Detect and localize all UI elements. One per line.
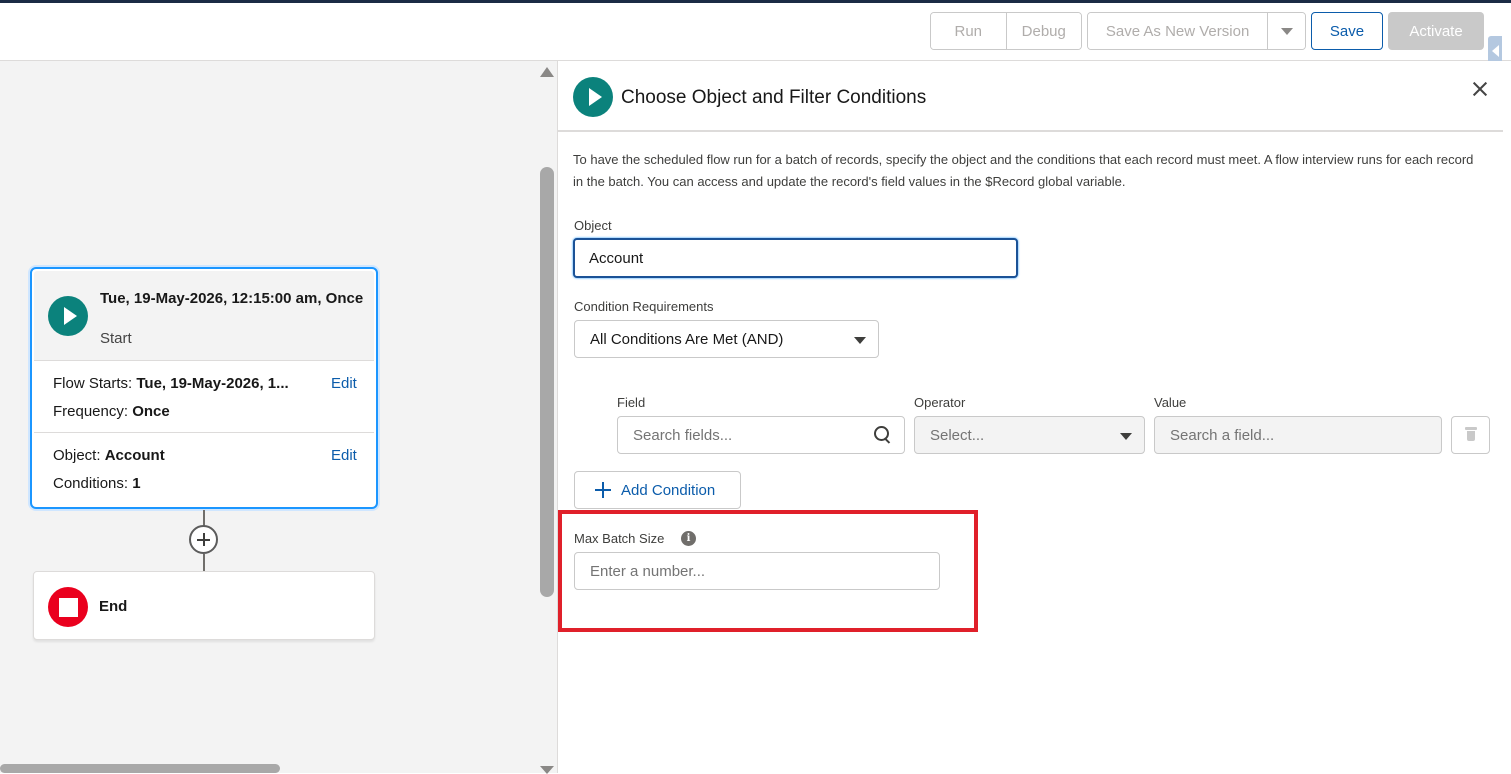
object-field-label: Object	[574, 218, 612, 233]
save-options-dropdown[interactable]	[1268, 13, 1305, 49]
chevron-down-icon	[1120, 433, 1132, 440]
delete-condition-button[interactable]	[1451, 416, 1490, 454]
save-as-new-version-button[interactable]: Save As New Version	[1088, 13, 1269, 49]
start-element-card[interactable]: Tue, 19-May-2026, 12:15:00 am, Once Star…	[30, 267, 378, 509]
start-schedule-title: Tue, 19-May-2026, 12:15:00 am, Once	[100, 290, 364, 307]
object-value: Account	[104, 447, 165, 464]
start-element-header: Tue, 19-May-2026, 12:15:00 am, Once Star…	[34, 271, 374, 361]
scrollbar-thumb[interactable]	[540, 167, 554, 597]
canvas-horizontal-scrollbar[interactable]	[0, 764, 280, 773]
conditions-row: Conditions: 1	[53, 475, 141, 492]
condition-requirements-select[interactable]: All Conditions Are Met (AND)	[574, 320, 879, 358]
frequency-value: Once	[132, 403, 170, 420]
chevron-down-icon	[1280, 27, 1293, 35]
panel-title: Choose Object and Filter Conditions	[621, 87, 927, 108]
field-column-label: Field	[617, 395, 646, 410]
operator-select[interactable]: Select...	[914, 416, 1145, 454]
edit-schedule-link[interactable]: Edit	[331, 375, 357, 392]
stop-icon	[48, 587, 88, 627]
end-element-card[interactable]: End	[33, 571, 375, 640]
chevron-left-icon	[1491, 45, 1499, 57]
value-column-label: Value	[1154, 395, 1187, 410]
chevron-down-icon	[854, 337, 866, 344]
save-as-group: Save As New Version	[1087, 12, 1306, 50]
canvas-vertical-scrollbar[interactable]	[537, 61, 557, 774]
play-icon	[48, 296, 88, 336]
conditions-value: 1	[132, 475, 141, 492]
add-condition-label: Add Condition	[621, 481, 716, 499]
condition-requirements-label: Condition Requirements	[574, 299, 714, 314]
run-button[interactable]: Run	[931, 13, 1007, 49]
field-search-wrapper	[617, 416, 905, 454]
frequency-label: Frequency:	[53, 403, 129, 420]
operator-placeholder: Select...	[930, 426, 985, 444]
max-batch-size-label: Max Batch Size	[574, 531, 665, 546]
max-batch-size-input[interactable]	[574, 552, 940, 590]
flow-starts-value: Tue, 19-May-2026, 1...	[136, 375, 289, 392]
play-icon	[573, 77, 613, 117]
close-icon[interactable]	[1470, 79, 1490, 99]
scroll-up-icon[interactable]	[540, 67, 554, 77]
add-condition-button[interactable]: Add Condition	[574, 471, 741, 509]
object-input[interactable]	[573, 238, 1018, 278]
edit-object-link[interactable]: Edit	[331, 447, 357, 464]
info-icon[interactable]: i	[681, 531, 696, 546]
activate-button[interactable]: Activate	[1388, 12, 1484, 50]
conditions-label: Conditions:	[53, 475, 129, 492]
connector-line-top	[203, 510, 205, 526]
field-search-input[interactable]	[617, 416, 905, 454]
frequency-row: Frequency: Once	[53, 403, 170, 420]
object-row: Object: Account	[53, 447, 165, 464]
search-icon	[874, 426, 892, 444]
trash-icon	[1465, 427, 1477, 443]
add-element-button[interactable]	[189, 525, 218, 554]
connector-line-bottom	[203, 554, 205, 572]
panel-description: To have the scheduled flow run for a bat…	[573, 152, 1474, 189]
operator-column-label: Operator	[914, 395, 966, 410]
panel-header: Choose Object and Filter Conditions	[558, 61, 1503, 132]
toolbar: Run Debug Save As New Version Save Activ…	[0, 3, 1511, 61]
start-subtitle: Start	[100, 330, 132, 347]
debug-button[interactable]: Debug	[1006, 13, 1081, 49]
object-label: Object:	[53, 447, 101, 464]
end-label: End	[99, 598, 128, 615]
run-debug-group: Run Debug	[930, 12, 1082, 50]
save-button[interactable]: Save	[1311, 12, 1383, 50]
flow-starts-label: Flow Starts:	[53, 375, 133, 392]
condition-requirements-value: All Conditions Are Met (AND)	[590, 330, 784, 348]
property-panel: Choose Object and Filter Conditions To h…	[557, 61, 1503, 773]
card-divider	[34, 432, 374, 433]
plus-icon	[595, 482, 611, 498]
flow-starts-row: Flow Starts: Tue, 19-May-2026, 1...	[53, 375, 289, 392]
value-input[interactable]	[1154, 416, 1442, 454]
